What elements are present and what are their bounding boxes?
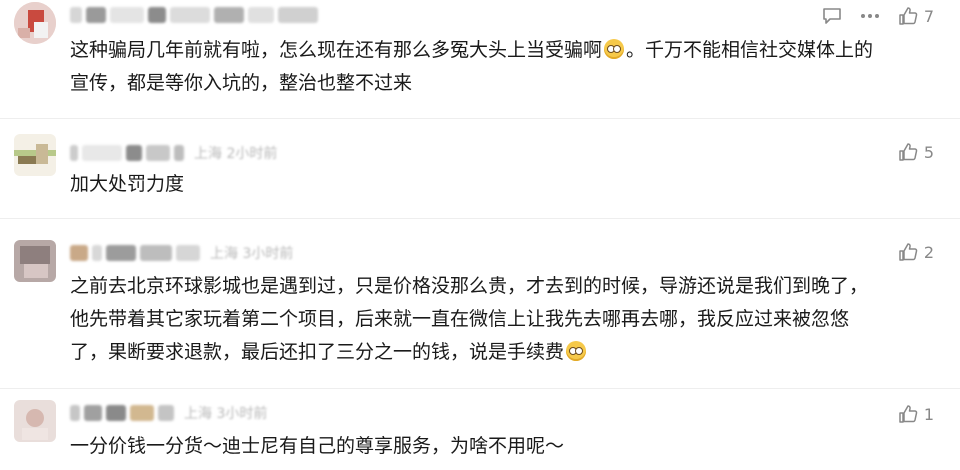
comment-actions: 5 [898, 142, 934, 162]
comment-text: 加大处罚力度 [70, 168, 930, 201]
location-time: 上海 3小时前 [184, 406, 268, 422]
reply-button[interactable] [822, 7, 842, 25]
comment-text: 一分价钱一分货～迪士尼有自己的尊享服务，为啥不用呢～ [70, 430, 930, 463]
avatar-image [14, 134, 56, 176]
comment-item: 7 这种骗局几年前就有啦，怎么现在还有那么多冤大头上当受骗啊 。千万不能相信社交媒… [0, 0, 960, 118]
like-count: 1 [923, 404, 934, 424]
comment-item: 上海 2小时前 5 加大处罚力度 [0, 118, 960, 218]
comment-line: 一分价钱一分货～迪士尼有自己的尊享服务，为啥不用呢～ [70, 435, 565, 457]
comment-text: 之前去北京环球影城也是遇到过，只是价格没那么贵，才去到的时候，导游还说是我们到晚… [70, 270, 930, 369]
avatar-image [14, 240, 56, 282]
avatar[interactable] [14, 240, 56, 282]
dizzy-emoji-icon [604, 39, 625, 59]
thumb-up-icon [899, 243, 918, 261]
username-blurred[interactable]: 上海 3小时前 [70, 402, 267, 424]
comment-line: 之前去北京环球影城也是遇到过，只是价格没那么贵，才去到的时候，导游还说是我们到晚… [70, 275, 869, 297]
reply-icon [823, 8, 841, 24]
like-button[interactable]: 7 [898, 6, 934, 26]
comment-actions: 7 [822, 6, 934, 26]
more-icon [860, 14, 879, 18]
comment-line: 加大处罚力度 [70, 173, 185, 195]
username-blurred[interactable]: 上海 3小时前 [70, 242, 293, 264]
like-count: 2 [923, 242, 934, 262]
comment-line: 。千万不能相信社交媒体上的 [626, 39, 874, 61]
comment-line: 他先带着其它家玩着第二个项目，后来就一直在微信上让我先去哪再去哪，我反应过来被忽… [70, 308, 850, 330]
more-button[interactable] [860, 13, 880, 19]
thumb-up-icon [899, 143, 918, 161]
comment-actions: 2 [898, 242, 934, 262]
comment-line: 这种骗局几年前就有啦，怎么现在还有那么多冤大头上当受骗啊 [70, 39, 603, 61]
avatar-image [14, 400, 56, 442]
smile-emoji-icon [566, 341, 587, 361]
comment-line: 了，果断要求退款，最后还扣了三分之一的钱，说是手续费 [70, 341, 565, 363]
comment-actions: 1 [898, 404, 934, 424]
location-time: 上海 3小时前 [210, 246, 294, 262]
like-count: 7 [923, 6, 934, 26]
thumb-up-icon [899, 405, 918, 423]
comment-line: 宣传，都是等你入坑的，整治也整不过来 [70, 72, 413, 94]
location-time: 上海 2小时前 [194, 146, 278, 162]
avatar[interactable] [14, 134, 56, 176]
username-blurred[interactable] [70, 4, 318, 26]
comment-item: 上海 3小时前 2 之前去北京环球影城也是遇到过，只是价格没那么贵，才去到的时候… [0, 218, 960, 388]
like-button[interactable]: 2 [898, 242, 934, 262]
avatar[interactable] [14, 2, 56, 44]
avatar[interactable] [14, 400, 56, 442]
comment-item: 上海 3小时前 1 一分价钱一分货～迪士尼有自己的尊享服务，为啥不用呢～ [0, 388, 960, 470]
avatar-image [14, 2, 56, 44]
like-button[interactable]: 5 [898, 142, 934, 162]
thumb-up-icon [899, 7, 918, 25]
like-button[interactable]: 1 [898, 404, 934, 424]
username-blurred[interactable]: 上海 2小时前 [70, 142, 277, 164]
comment-text: 这种骗局几年前就有啦，怎么现在还有那么多冤大头上当受骗啊 。千万不能相信社交媒体上… [70, 34, 930, 100]
like-count: 5 [923, 142, 934, 162]
